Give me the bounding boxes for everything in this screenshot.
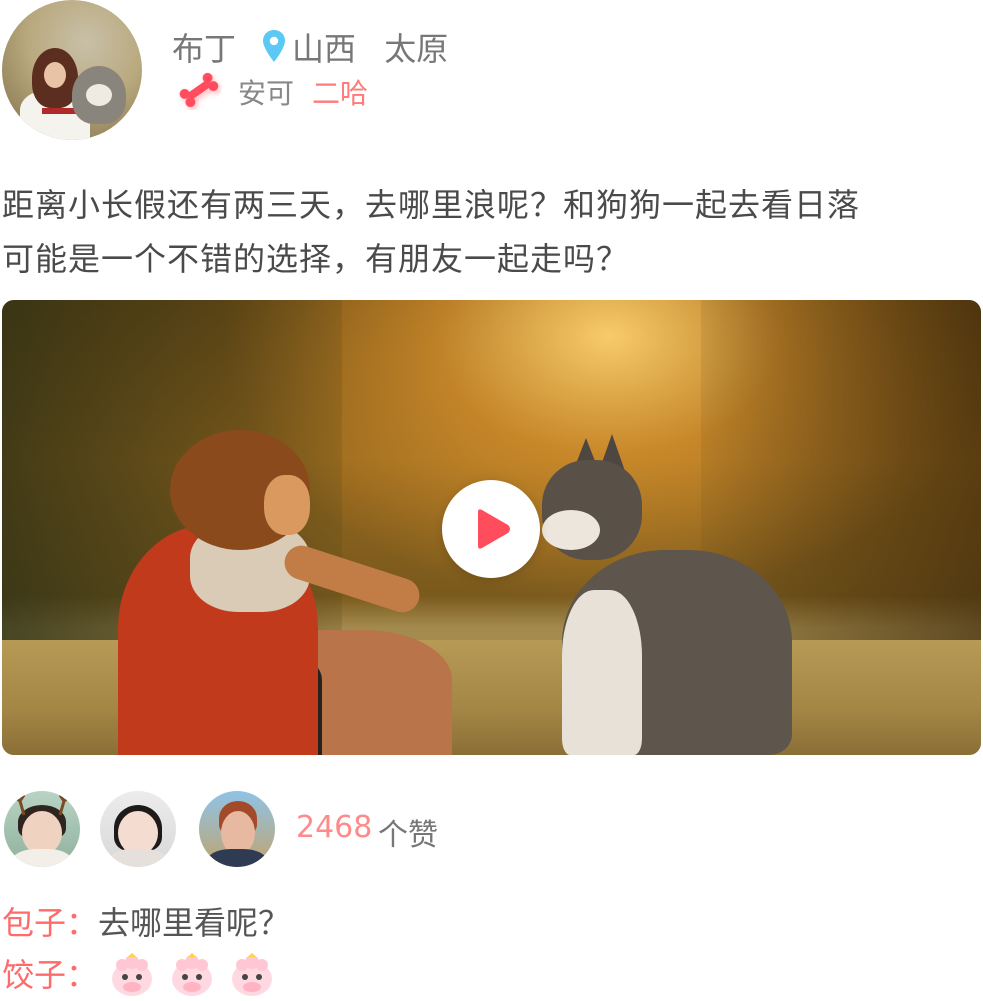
comment-text: 去哪里看呢？ — [98, 904, 291, 942]
liker-avatar[interactable] — [199, 791, 275, 867]
likes-count: 2468 — [296, 810, 373, 845]
location-text: 山西 太原 — [292, 24, 448, 70]
sheep-sticker-icon — [112, 953, 153, 996]
location-city: 太原 — [384, 30, 449, 68]
pet-name[interactable]: 二哈 — [312, 72, 368, 112]
user-name[interactable]: 布丁 — [172, 24, 236, 70]
comment-author[interactable]: 饺子 — [2, 956, 66, 994]
comment-separator: ： — [66, 956, 99, 994]
post-text-line: 距离小长假还有两三天，去哪里浪呢？和狗狗一起去看日落 — [2, 186, 861, 224]
comment-item: 包子：去哪里看呢？ — [2, 898, 290, 944]
play-icon — [478, 509, 510, 549]
sheep-sticker-icon — [172, 953, 213, 996]
pet-label: 安可 — [238, 77, 295, 110]
location-province: 山西 — [292, 30, 357, 68]
likes-unit: 个赞 — [378, 818, 438, 853]
play-button[interactable] — [442, 480, 540, 578]
comment-author[interactable]: 包子 — [2, 904, 66, 942]
sheep-sticker-icon — [232, 953, 273, 996]
bone-icon — [179, 72, 219, 108]
post-text-line: 可能是一个不错的选择，有朋友一起走吗？ — [2, 240, 630, 278]
video-thumbnail[interactable] — [2, 300, 981, 755]
liker-avatar[interactable] — [100, 791, 176, 867]
comment-item: 饺子： — [2, 950, 288, 1001]
liker-avatar[interactable] — [4, 791, 80, 867]
comment-separator: ： — [66, 904, 99, 942]
location-pin-icon — [263, 30, 285, 62]
post-text: 距离小长假还有两三天，去哪里浪呢？和狗狗一起去看日落 可能是一个不错的选择，有朋… — [2, 178, 977, 286]
user-avatar[interactable] — [2, 0, 142, 140]
